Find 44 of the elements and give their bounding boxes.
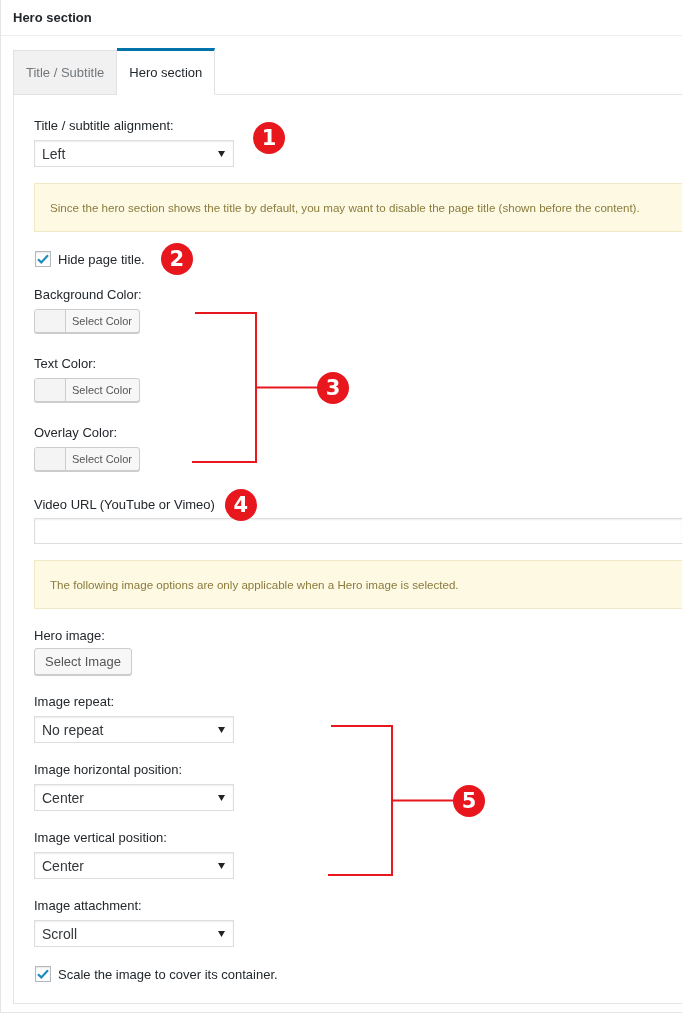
field-label: Background Color: bbox=[34, 286, 142, 304]
checkmark-icon bbox=[37, 969, 49, 979]
callout-number: 2 bbox=[160, 243, 193, 275]
field-label: Image horizontal position: bbox=[34, 761, 183, 779]
url-input[interactable] bbox=[34, 518, 682, 544]
callout-number: 3 bbox=[317, 372, 349, 404]
dropdown[interactable]: Center bbox=[34, 784, 234, 811]
field-label: Video URL (YouTube or Vimeo) bbox=[34, 496, 215, 514]
callout-number: 4 bbox=[224, 489, 257, 521]
section-title: Hero section bbox=[13, 10, 92, 25]
color-picker-button[interactable]: Select Color bbox=[34, 447, 140, 471]
color-picker-button[interactable]: Select Color bbox=[34, 378, 140, 402]
select-image-button[interactable]: Select Image bbox=[34, 648, 132, 675]
swatch-icon bbox=[35, 448, 66, 470]
caret-icon bbox=[218, 150, 225, 157]
callout-number: 5 bbox=[453, 785, 485, 817]
caret-icon bbox=[218, 930, 225, 937]
field-label: Text Color: bbox=[34, 355, 97, 373]
dropdown[interactable]: No repeat bbox=[34, 716, 234, 743]
dropdown[interactable]: Scroll bbox=[34, 920, 234, 947]
notice-message: The following image options are only applicable when a Hero image is selected. bbox=[34, 560, 682, 609]
notice-message: Since the hero section shows the title by default, you may want to disable the page title (shown before the content). bbox=[34, 183, 682, 232]
dropdown[interactable]: Left bbox=[34, 140, 234, 167]
callout-number: 1 bbox=[253, 122, 285, 154]
field-label: Hero image: bbox=[34, 627, 105, 645]
checkbox[interactable] bbox=[35, 251, 51, 267]
dropdown[interactable]: Center bbox=[34, 852, 234, 879]
color-picker-button[interactable]: Select Color bbox=[34, 309, 140, 333]
checkbox[interactable] bbox=[35, 966, 51, 982]
field-label: Image attachment: bbox=[34, 897, 142, 915]
field-label: Image vertical position: bbox=[34, 829, 167, 847]
checkbox-label: Scale the image to cover its container. bbox=[58, 966, 278, 982]
caret-icon bbox=[218, 862, 225, 869]
tab[interactable]: Hero section bbox=[117, 48, 216, 95]
caret-icon bbox=[218, 794, 225, 801]
field-label: Overlay Color: bbox=[34, 424, 118, 442]
field-label: Title / subtitle alignment: bbox=[34, 117, 174, 135]
checkmark-icon bbox=[37, 254, 49, 264]
swatch-icon bbox=[35, 379, 66, 401]
field-label: Image repeat: bbox=[34, 693, 115, 711]
tab[interactable]: Title / Subtitle bbox=[13, 50, 118, 95]
caret-icon bbox=[218, 726, 225, 733]
checkbox-label: Hide page title. bbox=[58, 251, 145, 267]
swatch-icon bbox=[35, 310, 66, 332]
